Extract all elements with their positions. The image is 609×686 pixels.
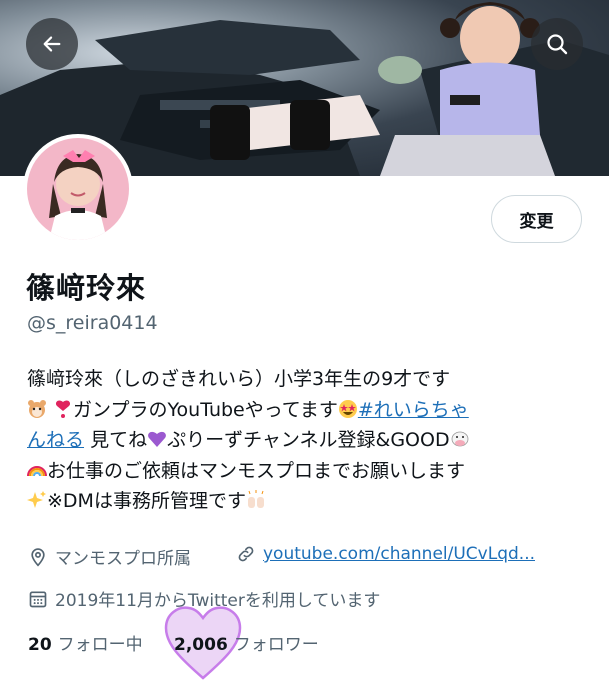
profile-handle: @s_reira0414 [27,312,158,334]
bio-line-3-text: 見てね [90,429,148,451]
profile-website[interactable]: youtube.com/channel/UCvLqd... [236,544,535,564]
bio-line-3: んねる 見てね ぷりーずチャンネル登録&GOOD [27,425,592,456]
following-count: 20 [28,635,52,655]
edit-profile-button[interactable]: 変更 [491,195,582,243]
profile-name: 篠﨑玲來 [26,271,147,305]
bio-line-2-text: ガンプラのYouTubeやってます [73,398,338,421]
website-link[interactable]: youtube.com/channel/UCvLqd... [263,544,535,564]
heart-exclamation-emoji-icon [56,400,71,418]
hashtag-link[interactable]: #れいらちゃ [358,399,469,421]
purple-heart-emoji-icon [148,431,166,447]
bio-line-4: お仕事のご依頼はマンモスプロまでお願いします [27,456,592,487]
arrow-left-icon [43,36,61,52]
rainbow-emoji-icon [27,465,47,476]
bio-line-4-text: お仕事のご依頼はマンモスプロまでお願いします [47,459,466,482]
avatar[interactable] [23,134,133,244]
avatar-image [27,138,129,240]
bio-line-3-text-2: ぷりーずチャンネル登録&GOOD [167,429,450,451]
followers-count: 2,006 [174,635,228,655]
sparkles-emoji-icon [27,491,46,508]
star-struck-emoji-icon [338,399,357,418]
followers-label: フォロワー [233,635,319,655]
hashtag-link-continued[interactable]: んねる [27,429,84,451]
location-text: マンモスプロ所属 [55,549,191,569]
cow-face-emoji-icon [451,431,468,447]
bio-line-1: 篠﨑玲來（しのざきれいら）小学3年生の9才です [27,368,451,390]
bio-line-2: ガンプラのYouTubeやってます #れいらちゃ [27,395,592,426]
profile-location: マンモスプロ所属 [28,544,191,569]
profile-bio: 篠﨑玲來（しのざきれいら）小学3年生の9才です ガンプラのYouTubeやってま… [27,364,592,517]
followers-stat[interactable]: 2,006 フォロワー [174,630,319,655]
bio-line-5-text: ※DMは事務所管理です [47,490,246,512]
link-icon [238,546,254,562]
search-icon [547,34,568,55]
calendar-icon [29,591,47,607]
bio-line-5: ※DMは事務所管理です [27,486,592,517]
search-button[interactable] [531,18,583,70]
following-stat[interactable]: 20 フォロー中 [28,630,143,655]
location-pin-icon [31,547,45,567]
raising-hands-emoji-icon [247,490,264,508]
hamster-emoji-icon [28,399,46,418]
following-label: フォロー中 [57,635,143,655]
back-button[interactable] [26,18,78,70]
